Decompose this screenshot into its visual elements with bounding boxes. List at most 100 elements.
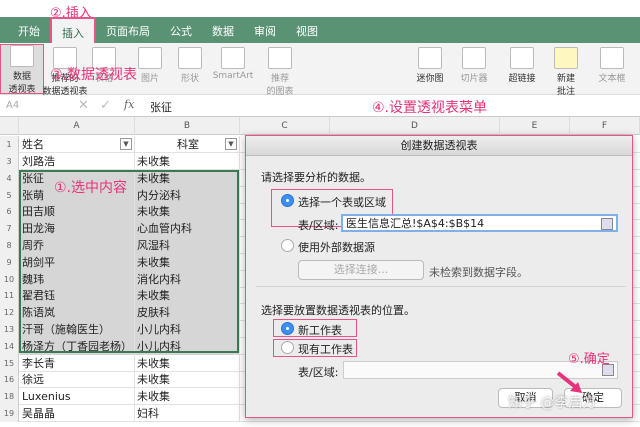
range-label: 表/区域:	[298, 219, 339, 232]
smartart-icon	[221, 47, 245, 69]
cell-dept[interactable]: 未收集	[135, 253, 240, 271]
shape-button[interactable]: 形状	[168, 47, 212, 84]
cell-name[interactable]: 田龙海	[20, 220, 135, 238]
col-header-e[interactable]: E	[500, 117, 570, 135]
header-name[interactable]: 姓名	[20, 136, 135, 153]
textbox-button[interactable]: 文本框	[590, 47, 634, 84]
row-number[interactable]: 5	[0, 186, 19, 204]
row-number[interactable]: 12	[0, 304, 19, 322]
cell-name[interactable]: 周乔	[20, 237, 135, 254]
radio-external-source[interactable]	[281, 239, 294, 252]
picture-label: 图片	[140, 74, 159, 84]
radio-table-range-label[interactable]: 选择一个表或区域	[298, 194, 386, 210]
cell-dept[interactable]: 未收集	[135, 354, 240, 372]
cell-name[interactable]: 胡剑平	[20, 253, 135, 271]
row-number[interactable]: 9	[0, 253, 19, 271]
pivot-table-button[interactable]: 数据 透视表	[0, 44, 44, 95]
name-box[interactable]: A4	[6, 100, 19, 111]
row-number[interactable]: 13	[0, 321, 19, 338]
cell-name[interactable]: 徐远	[20, 371, 135, 389]
cell-dept[interactable]: 内分泌科	[135, 186, 240, 204]
cell-name[interactable]: Luxenius	[20, 388, 135, 406]
radio-external-label[interactable]: 使用外部数据源	[298, 239, 375, 255]
cell-dept[interactable]: 未收集	[135, 287, 240, 305]
hyperlink-button[interactable]: 超链接	[500, 47, 544, 84]
cell-name[interactable]: 翟君钰	[20, 287, 135, 305]
row-number[interactable]: 15	[0, 354, 19, 372]
tab-home[interactable]: 开始	[8, 17, 50, 43]
range-picker-icon[interactable]	[601, 218, 613, 230]
cell-name[interactable]: 杨泽方（丁香园老杨）	[20, 337, 135, 355]
cell-name[interactable]: 汗哥（施翰医生）	[20, 321, 135, 338]
cell-name[interactable]: 陈语岚	[20, 304, 135, 322]
cell-name[interactable]: 田吉顺	[20, 203, 135, 221]
column-headers: A B C D E F	[0, 117, 640, 135]
range-input[interactable]: 医生信息汇总!$A$4:$B$14	[341, 214, 618, 232]
formula-bar: A4 ✕ ✓ fx 张征 ④.设置透视表菜单	[0, 95, 640, 117]
radio-existing-sheet[interactable]	[281, 341, 294, 354]
cancel-icon[interactable]: ✕	[78, 98, 89, 113]
section-data-label: 请选择要分析的数据。	[261, 171, 371, 184]
row-number[interactable]: 16	[0, 371, 19, 389]
range-value: 医生信息汇总!$A$4:$B$14	[346, 217, 485, 230]
filter-dropdown-icon[interactable]: ▼	[120, 138, 132, 150]
row-number[interactable]: 8	[0, 237, 19, 254]
cell-name[interactable]: 吴晶晶	[20, 405, 135, 422]
row-number[interactable]: 7	[0, 220, 19, 238]
cell-name[interactable]: 刘路浩	[20, 153, 135, 170]
cell-dept[interactable]: 心血管内科	[135, 220, 240, 238]
row-number[interactable]: 11	[0, 287, 19, 305]
col-header-f[interactable]: F	[570, 117, 640, 135]
tab-insert[interactable]: 插入	[50, 17, 96, 43]
tab-formulas[interactable]: 公式	[160, 17, 202, 43]
cell-dept[interactable]: 小儿内科	[135, 337, 240, 355]
col-header-b[interactable]: B	[135, 117, 240, 135]
tab-view[interactable]: 视图	[286, 17, 328, 43]
row-number[interactable]: 6	[0, 203, 19, 221]
tab-data[interactable]: 数据	[202, 17, 244, 43]
col-header-c[interactable]: C	[240, 117, 330, 135]
slicer-button[interactable]: 切片器	[452, 47, 496, 84]
cell-dept[interactable]: 未收集	[135, 153, 240, 170]
tab-review[interactable]: 审阅	[244, 17, 286, 43]
cell-name[interactable]: 魏玮	[20, 270, 135, 288]
filter-dropdown-icon[interactable]: ▼	[225, 138, 237, 150]
row-number[interactable]: 10	[0, 270, 19, 288]
cell-dept[interactable]: 未收集	[135, 371, 240, 389]
row-number[interactable]: 19	[0, 405, 19, 422]
smartart-button[interactable]: SmartArt	[210, 47, 256, 81]
sparkline-label: 迷你图	[416, 74, 444, 84]
section-location-label: 选择要放置数据透视表的位置。	[261, 304, 415, 317]
radio-existing-label[interactable]: 现有工作表	[298, 341, 353, 357]
new-comment-button[interactable]: 新建 批注	[544, 47, 588, 97]
cell-dept[interactable]: 消化内科	[135, 270, 240, 288]
cell-dept[interactable]: 风湿科	[135, 237, 240, 254]
cell-dept[interactable]: 未收集	[135, 169, 240, 187]
col-header-a[interactable]: A	[19, 117, 135, 135]
row-number[interactable]: 3	[0, 153, 19, 170]
cell-name[interactable]: 李长青	[20, 354, 135, 372]
cell-dept[interactable]: 小儿内科	[135, 321, 240, 338]
radio-new-sheet[interactable]	[281, 322, 294, 335]
row-number[interactable]: 1	[0, 136, 19, 153]
chart-icon	[268, 47, 292, 69]
fx-icon: fx	[124, 98, 135, 111]
choose-connection-button[interactable]: 选择连接...	[298, 260, 424, 280]
tab-page-layout[interactable]: 页面布局	[96, 17, 160, 43]
recommended-chart-button[interactable]: 推荐 的图表	[258, 47, 302, 97]
row-number[interactable]: 18	[0, 388, 19, 406]
pivot-table-icon	[10, 45, 34, 67]
radio-table-range[interactable]	[281, 194, 294, 207]
cell-dept[interactable]: 未收集	[135, 388, 240, 406]
row-number[interactable]: 14	[0, 337, 19, 355]
radio-new-sheet-label[interactable]: 新工作表	[298, 322, 342, 338]
cell-dept[interactable]: 皮肤科	[135, 304, 240, 322]
col-header-d[interactable]: D	[330, 117, 500, 135]
confirm-icon[interactable]: ✓	[100, 98, 111, 113]
select-all[interactable]	[0, 117, 19, 135]
cell-dept[interactable]: 妇科	[135, 405, 240, 422]
formula-input[interactable]: 张征	[150, 99, 172, 115]
sparkline-button[interactable]: 迷你图	[408, 47, 452, 84]
row-number[interactable]: 4	[0, 169, 19, 187]
cell-dept[interactable]: 未收集	[135, 203, 240, 221]
